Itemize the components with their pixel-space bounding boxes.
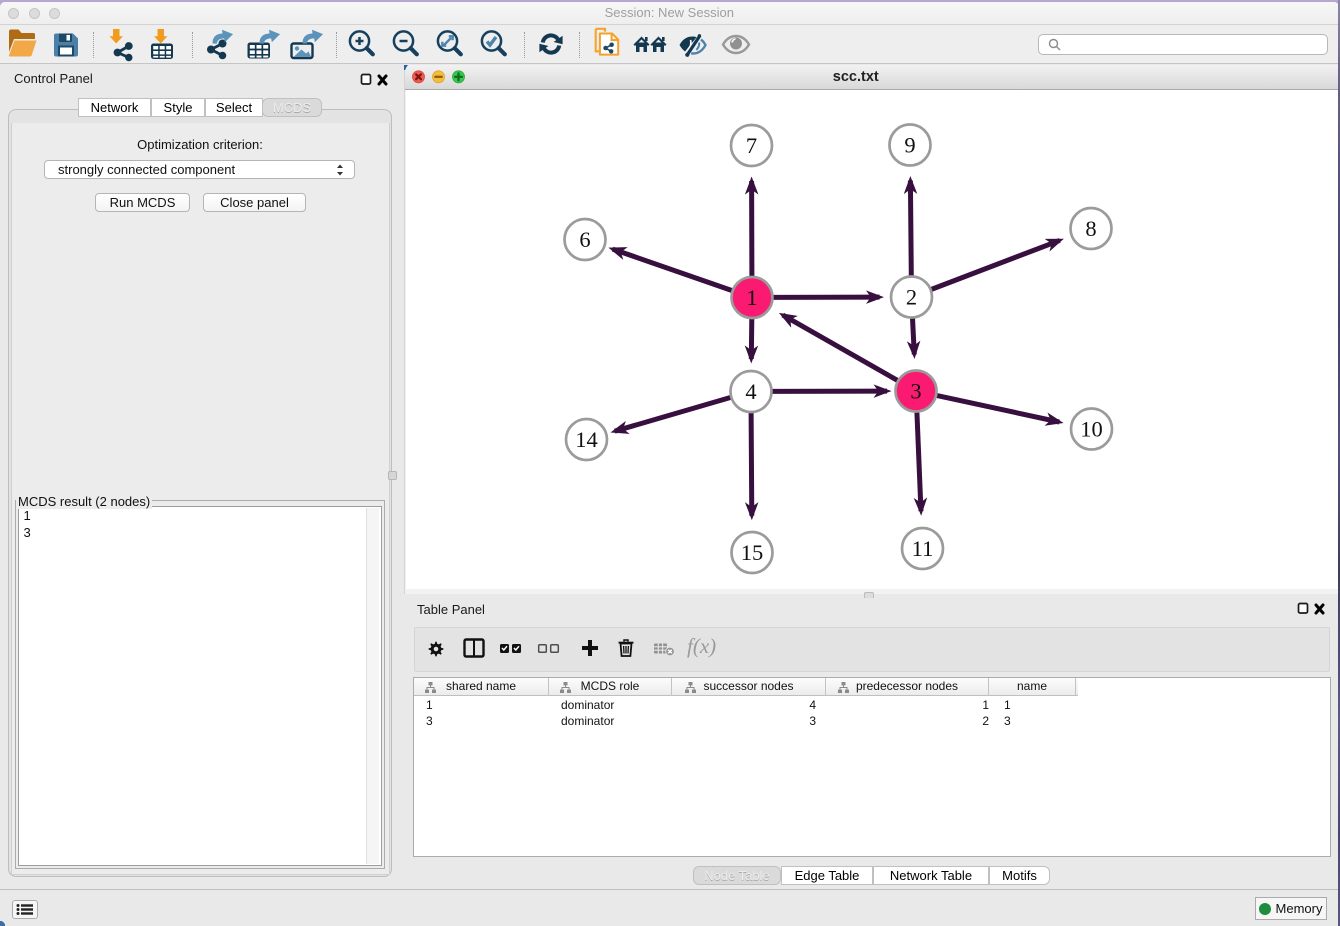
svg-text:2: 2 (906, 285, 917, 310)
svg-text:14: 14 (575, 427, 598, 452)
svg-text:11: 11 (912, 536, 934, 561)
svg-text:1: 1 (746, 285, 757, 310)
svg-text:8: 8 (1085, 216, 1096, 241)
svg-text:15: 15 (741, 540, 764, 565)
svg-text:3: 3 (910, 379, 921, 404)
svg-text:9: 9 (904, 133, 915, 158)
svg-text:6: 6 (579, 227, 590, 252)
svg-text:7: 7 (746, 133, 757, 158)
svg-text:10: 10 (1080, 417, 1103, 442)
svg-text:4: 4 (745, 379, 756, 404)
